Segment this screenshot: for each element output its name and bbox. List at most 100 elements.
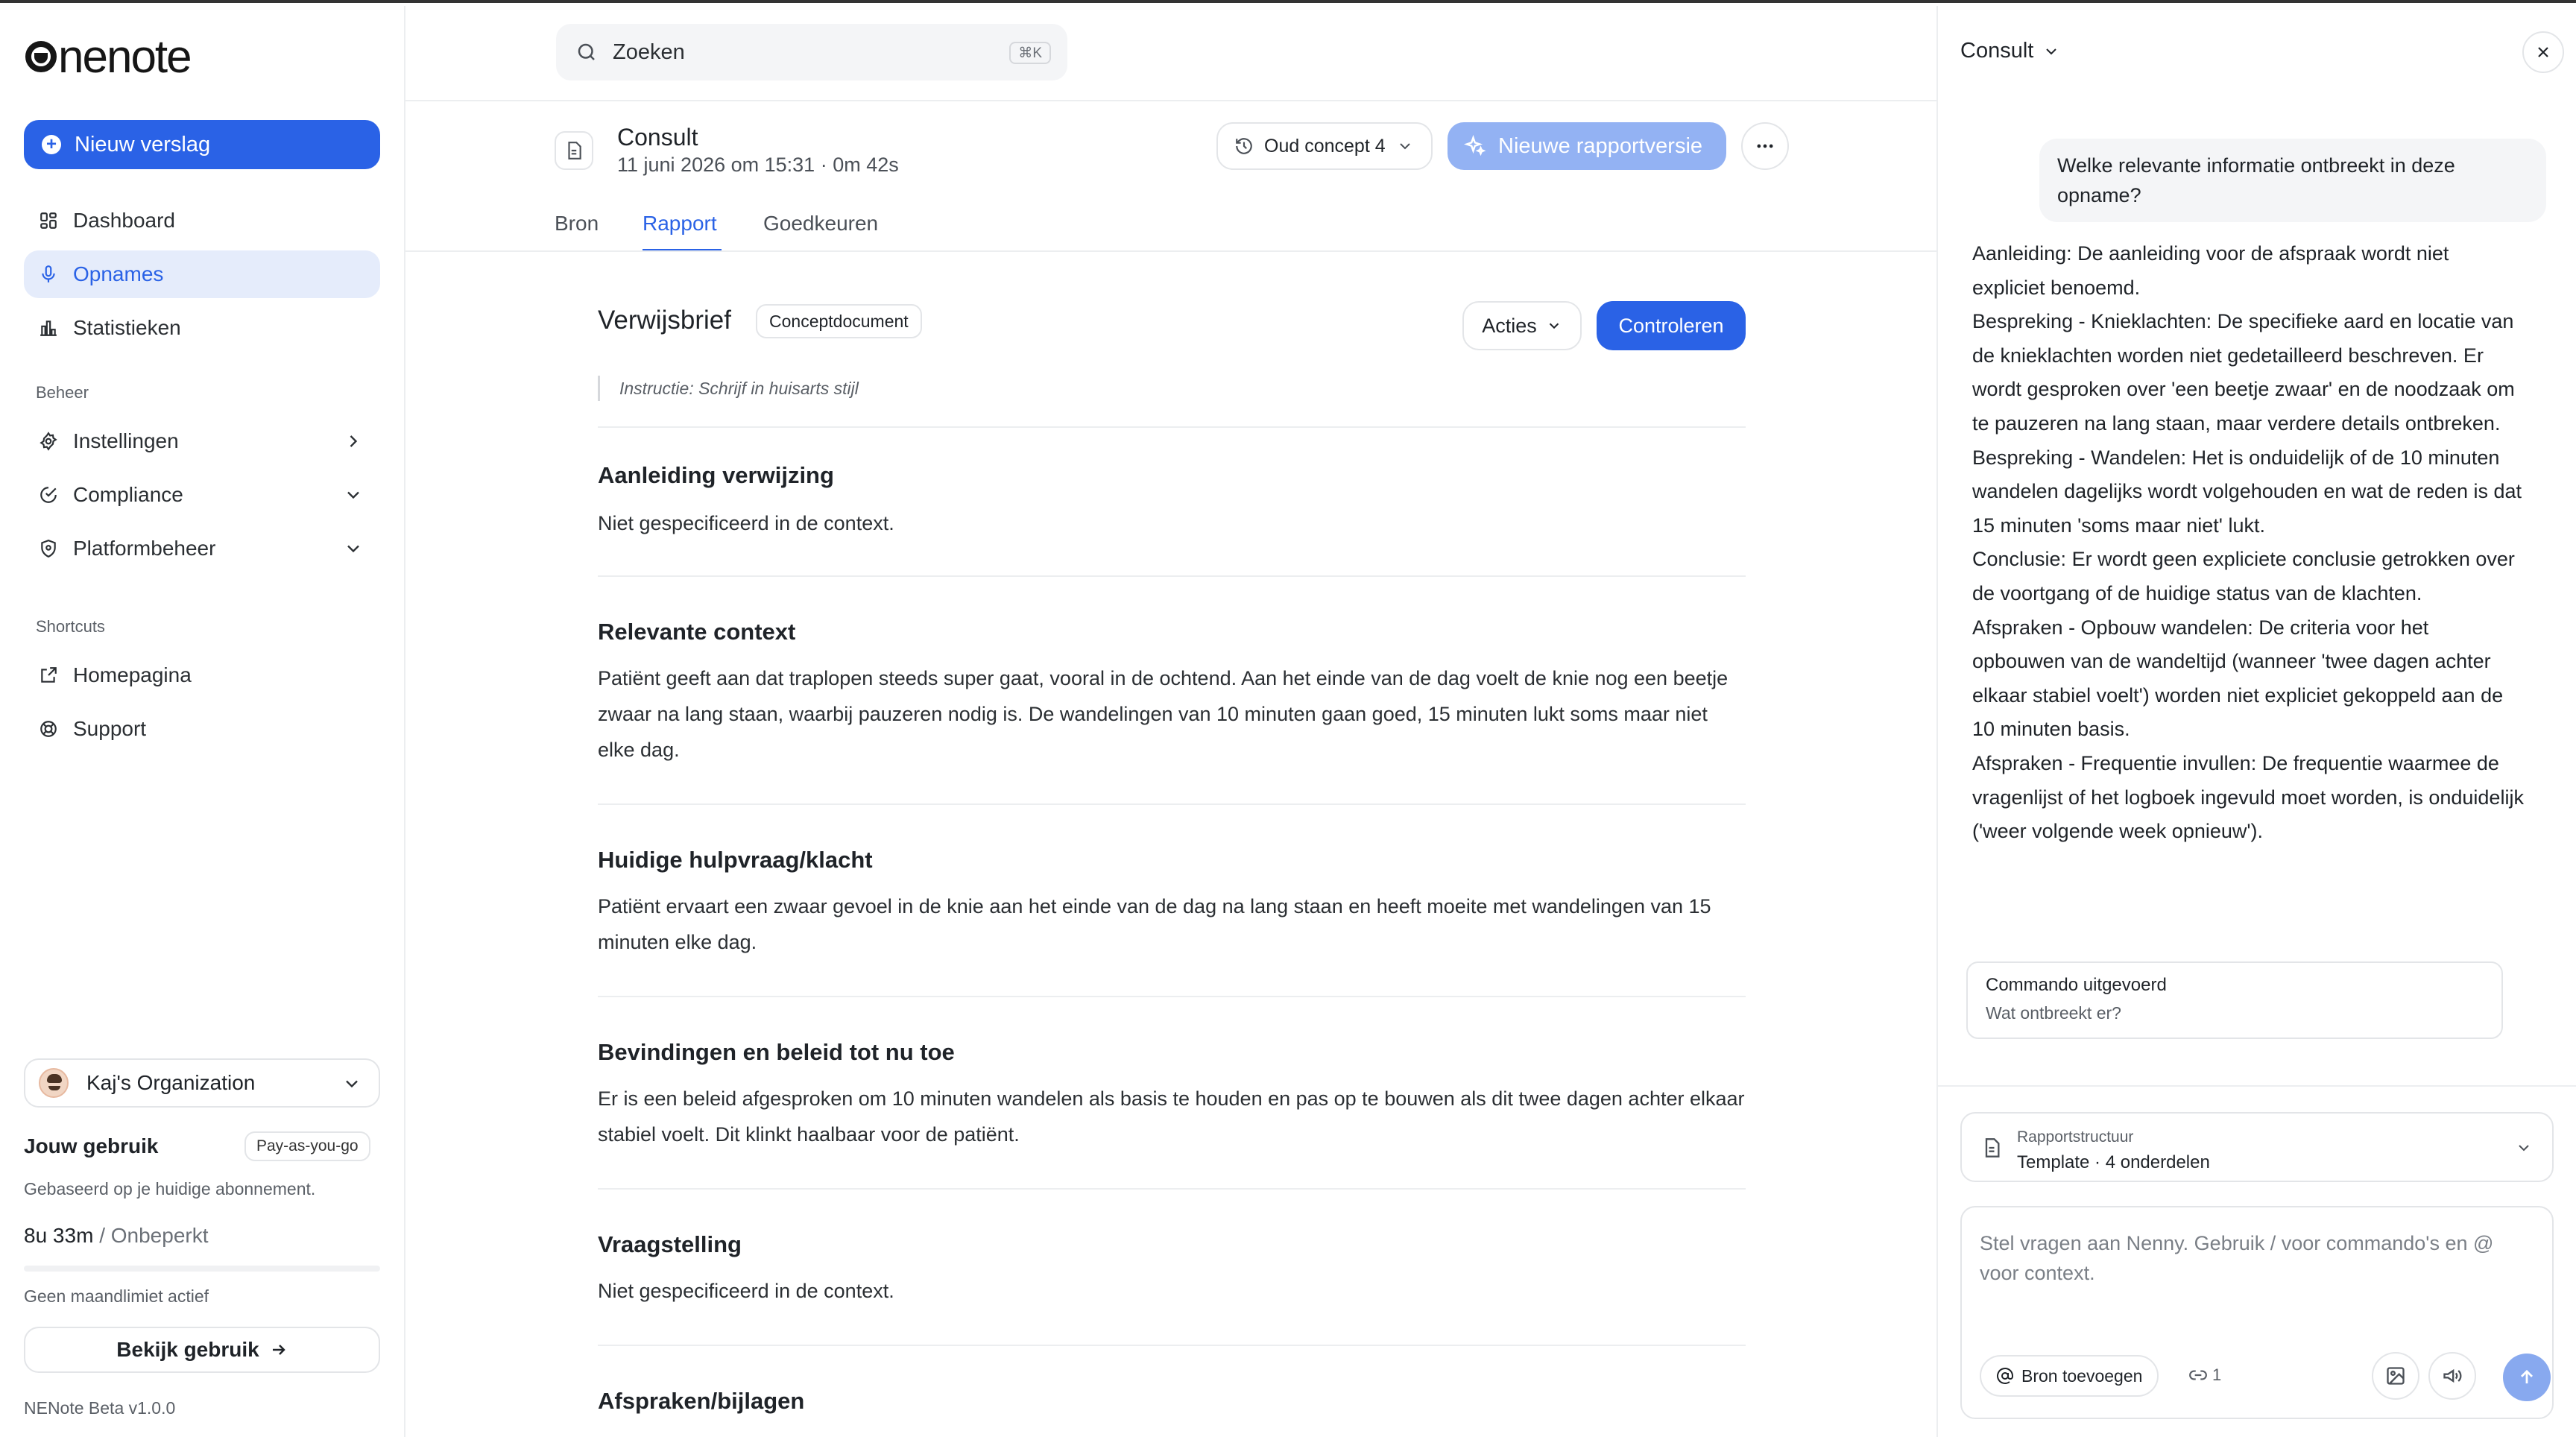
assistant-answer: Aanleiding: De aanleiding voor de afspra… [1972, 237, 2524, 849]
sidebar-item-dashboard[interactable]: Dashboard [24, 197, 380, 244]
search-shortcut: ⌘K [1009, 42, 1051, 64]
view-usage-label: Bekijk gebruik [116, 1338, 259, 1361]
shield-icon [37, 537, 60, 560]
usage-progress-bar [24, 1266, 380, 1272]
voice-input-button[interactable] [2428, 1352, 2476, 1400]
section-heading: Afspraken/bijlagen [598, 1388, 805, 1414]
status-badge: Conceptdocument [756, 304, 922, 338]
new-report-button[interactable]: + Nieuw verslag [24, 120, 380, 169]
tab-goedkeuren[interactable]: Goedkeuren [763, 212, 878, 236]
more-horizontal-icon [1755, 136, 1775, 157]
link-icon [2188, 1365, 2208, 1385]
document-meta: 11 juni 2026 om 15:31 · 0m 42s [617, 154, 899, 176]
sidebar-item-label: Dashboard [73, 209, 175, 232]
link-count: 1 [2212, 1365, 2222, 1384]
sidebar-item-label: Support [73, 717, 147, 740]
chevron-down-icon [343, 538, 364, 559]
section-divider [598, 1345, 1746, 1346]
sidebar-item-compliance[interactable]: Compliance [24, 471, 380, 519]
org-selector[interactable]: Kaj's Organization [24, 1058, 380, 1108]
tabs-divider [405, 250, 1936, 252]
linked-items-indicator[interactable]: 1 [2188, 1365, 2221, 1385]
sidebar-item-homepagina[interactable]: Homepagina [24, 651, 380, 699]
send-button[interactable] [2503, 1354, 2551, 1401]
section-label-beheer: Beheer [36, 383, 89, 402]
mic-icon [37, 263, 60, 285]
logo-mark-icon [25, 41, 57, 72]
image-add-icon [2385, 1365, 2406, 1386]
old-concept-dropdown[interactable]: Oud concept 4 [1216, 122, 1433, 170]
answer-line: Bespreking - Wandelen: Het is onduidelij… [1972, 446, 2522, 537]
gear-icon [37, 430, 60, 452]
chat-input[interactable] [1980, 1228, 2537, 1303]
external-link-icon [37, 664, 60, 686]
header-divider [405, 100, 1936, 101]
report-title: Verwijsbrief [598, 306, 731, 335]
panel-divider [1938, 1085, 2576, 1087]
sidebar-item-opnames[interactable]: Opnames [24, 250, 380, 298]
page-title: Consult [617, 124, 698, 151]
sidebar-item-platformbeheer[interactable]: Platformbeheer [24, 525, 380, 572]
answer-line: Bespreking - Knieklachten: De specifieke… [1972, 310, 2515, 435]
usage-amount: 8u 33m [24, 1224, 94, 1247]
main-content: Zoeken ⌘K Consult 11 juni 2026 om 15:31 … [405, 6, 2056, 1437]
structure-value: Template · 4 onderdelen [2017, 1152, 2210, 1172]
search-input[interactable]: Zoeken ⌘K [556, 24, 1067, 80]
search-icon [575, 41, 598, 63]
section-divider [598, 426, 1746, 428]
section-text[interactable]: Patiënt ervaart een zwaar gevoel in de k… [598, 888, 1746, 960]
tab-rapport[interactable]: Rapport [643, 212, 717, 236]
tab-bron[interactable]: Bron [555, 212, 599, 236]
new-report-version-label: Nieuwe rapportversie [1498, 133, 1703, 158]
report-structure-selector[interactable]: Rapportstructuur Template · 4 onderdelen [1960, 1112, 2554, 1182]
sidebar-item-label: Instellingen [73, 429, 179, 452]
plan-badge: Pay-as-you-go [244, 1131, 370, 1161]
check-button[interactable]: Controleren [1597, 301, 1746, 350]
new-report-version-button[interactable]: Nieuwe rapportversie [1448, 122, 1726, 170]
new-report-label: Nieuw verslag [75, 132, 211, 157]
chat-composer: Bron toevoegen 1 [1960, 1206, 2554, 1419]
sidebar-item-label: Platformbeheer [73, 537, 216, 560]
sidebar-item-label: Compliance [73, 483, 183, 506]
sparkle-icon [1464, 135, 1486, 157]
sidebar-item-label: Homepagina [73, 663, 192, 686]
section-text[interactable]: Er is een beleid afgesproken om 10 minut… [598, 1081, 1746, 1152]
sidebar-item-statistieken[interactable]: Statistieken [24, 304, 380, 352]
sidebar-item-support[interactable]: Support [24, 705, 380, 753]
sidebar-item-instellingen[interactable]: Instellingen [24, 417, 380, 465]
sidebar-item-label: Statistieken [73, 316, 181, 339]
sidebar-item-label: Opnames [73, 262, 164, 285]
section-heading: Huidige hulpvraag/klacht [598, 847, 873, 873]
panel-title: Consult [1960, 39, 2034, 63]
chevron-down-icon [341, 1073, 362, 1094]
chevron-right-icon [343, 431, 364, 452]
answer-line: Afspraken - Frequentie invullen: De freq… [1972, 751, 2524, 843]
sidebar: nenote + Nieuw verslag Dashboard Opnames… [0, 6, 405, 1437]
section-text[interactable]: Niet gespecificeerd in de context. [598, 505, 1746, 541]
more-options-button[interactable] [1741, 122, 1789, 170]
instruction-text: Instructie: Schrijf in huisarts stijl [598, 376, 859, 401]
panel-title-dropdown[interactable]: Consult [1960, 39, 2060, 63]
chevron-down-icon [1396, 137, 1414, 155]
close-panel-button[interactable] [2522, 31, 2564, 73]
add-source-label: Bron toevoegen [2021, 1365, 2143, 1386]
user-question: Welke relevante informatie ontbreekt in … [2039, 139, 2546, 222]
chevron-down-icon [2042, 42, 2060, 60]
section-heading: Aanleiding verwijzing [598, 462, 834, 488]
app-version: NENote Beta v1.0.0 [24, 1398, 176, 1418]
attach-image-button[interactable] [2372, 1352, 2419, 1400]
plus-icon: + [42, 135, 61, 154]
actions-dropdown[interactable]: Acties [1462, 301, 1582, 350]
view-usage-button[interactable]: Bekijk gebruik [24, 1327, 380, 1373]
section-text[interactable]: Niet gespecificeerd in de context. [598, 1273, 1746, 1309]
app-logo[interactable]: nenote [25, 31, 192, 83]
structure-label: Rapportstructuur [2017, 1128, 2134, 1146]
section-text[interactable]: Patiënt geeft aan dat traplopen steeds s… [598, 660, 1746, 768]
section-heading: Bevindingen en beleid tot nu toe [598, 1039, 955, 1065]
add-source-button[interactable]: Bron toevoegen [1980, 1355, 2159, 1397]
command-subtitle: Wat ontbreekt er? [1986, 1003, 2121, 1023]
org-name: Kaj's Organization [86, 1071, 256, 1094]
chevron-down-icon [1546, 318, 1562, 334]
command-executed-card[interactable]: Commando uitgevoerd Wat ontbreekt er? [1966, 961, 2503, 1039]
document-icon [1981, 1136, 2002, 1160]
